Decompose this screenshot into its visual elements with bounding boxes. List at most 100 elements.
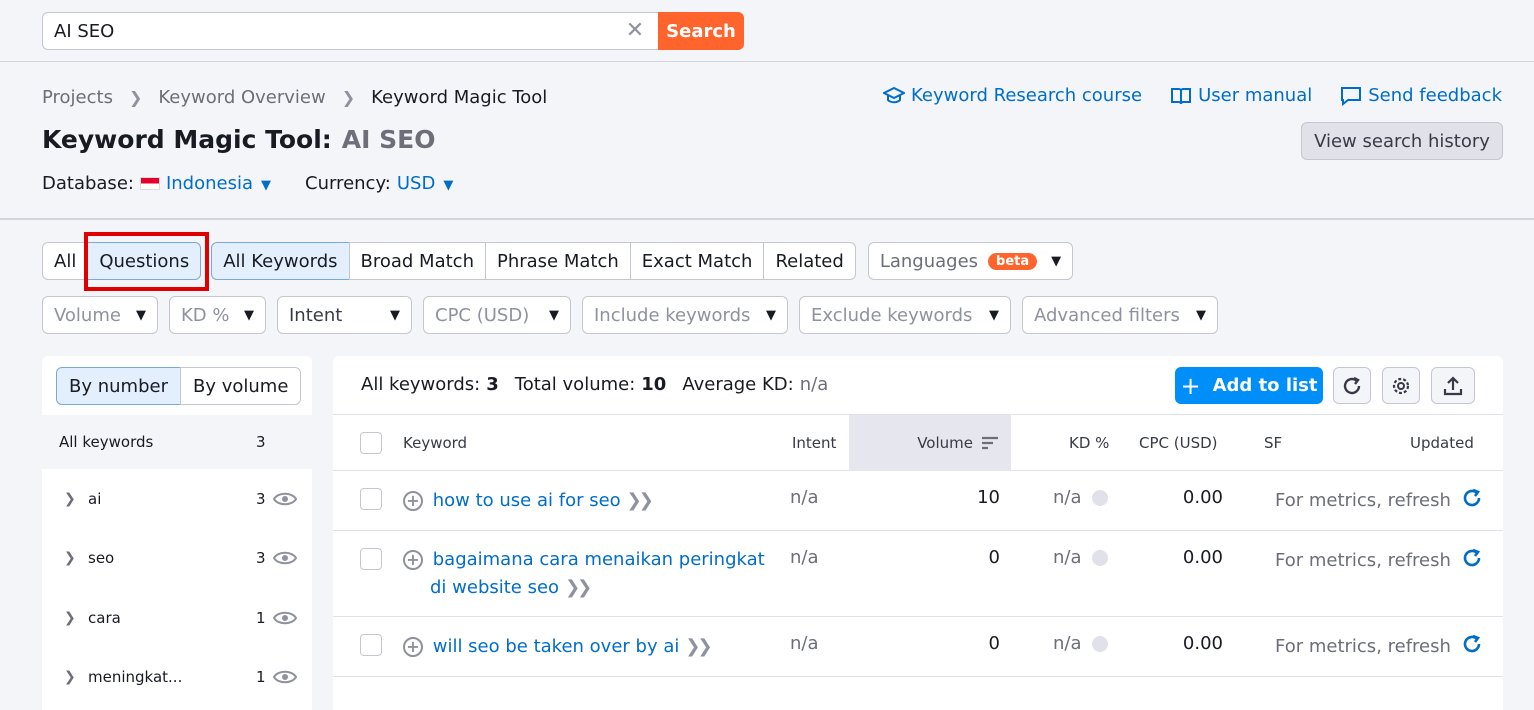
column-keyword[interactable]: Keyword (403, 415, 467, 471)
cpc-filter[interactable]: CPC (USD) ▼ (423, 296, 571, 334)
eye-icon[interactable] (273, 550, 297, 566)
chevron-right-icon[interactable]: ❯ (64, 550, 76, 566)
keywords-table-panel: All keywords: 3 Total volume: 10 Average K… (333, 356, 1503, 710)
tab-broad-match[interactable]: Broad Match (348, 242, 486, 280)
view-search-history-button[interactable]: View search history (1301, 122, 1503, 160)
kd-filter[interactable]: KD % ▼ (169, 296, 266, 334)
row-checkbox[interactable] (360, 548, 382, 570)
eye-icon[interactable] (273, 669, 297, 685)
chevron-down-icon: ▼ (549, 307, 559, 323)
exclude-keywords-filter[interactable]: Exclude keywords ▼ (799, 296, 1011, 334)
refresh-icon[interactable] (1461, 547, 1483, 569)
chevron-down-icon: ▼ (261, 178, 271, 193)
column-sf[interactable]: SF (1264, 415, 1282, 471)
close-icon[interactable]: ✕ (624, 20, 646, 42)
database-select[interactable]: Indonesia ▼ (166, 173, 271, 194)
tab-all-keywords[interactable]: All Keywords (211, 242, 350, 280)
by-volume-button[interactable]: By volume (179, 367, 302, 405)
keyword-link[interactable]: bagaimana cara menaikan peringkat (433, 549, 765, 570)
filters-row: Volume ▼ KD % ▼ Intent ▼ CPC (USD) ▼ Include… (42, 296, 1229, 334)
feedback-icon (1341, 86, 1362, 106)
tab-questions[interactable]: Questions (87, 242, 202, 280)
intent-filter[interactable]: Intent ▼ (277, 296, 412, 334)
chevron-down-icon: ▼ (244, 307, 254, 323)
keyword-link[interactable]: di website seo (430, 577, 559, 598)
keyword-link[interactable]: will seo be taken over by ai (433, 636, 680, 657)
kd-indicator (1091, 550, 1108, 566)
add-to-list-button[interactable]: + Add to list (1175, 367, 1323, 404)
column-updated[interactable]: Updated (1410, 415, 1474, 471)
send-feedback-link[interactable]: Send feedback (1340, 85, 1502, 106)
row-checkbox[interactable] (360, 488, 382, 510)
double-chevron-icon[interactable]: ❯❯ (685, 636, 712, 657)
add-keyword-icon[interactable]: + (403, 550, 423, 570)
advanced-filters[interactable]: Advanced filters ▼ (1022, 296, 1218, 334)
currency-label: Currency: (305, 173, 391, 194)
table-row: + bagaimana cara menaikan peringkat di w… (333, 531, 1503, 617)
gear-icon (1392, 377, 1410, 394)
match-type-tabs: All Questions All Keywords Broad Match P… (42, 242, 1074, 280)
list-item[interactable]: ❯ cara 1 (42, 588, 312, 647)
double-chevron-icon[interactable]: ❯❯ (627, 490, 654, 511)
column-cpc[interactable]: CPC (USD) (1139, 415, 1218, 471)
database-value: Indonesia (165, 173, 253, 194)
add-keyword-icon[interactable]: + (403, 637, 423, 657)
breadcrumb: Projects ❯ Keyword Overview ❯ Keyword Ma… (42, 87, 547, 108)
keyword-groups-panel: By number By volume All keywords 3 ❯ ai … (42, 356, 312, 710)
refresh-icon[interactable] (1461, 487, 1483, 509)
row-checkbox[interactable] (360, 634, 382, 656)
chevron-right-icon: ❯ (341, 88, 356, 107)
upload-icon (1443, 375, 1463, 395)
volume-filter[interactable]: Volume ▼ (42, 296, 158, 334)
refresh-button[interactable] (1333, 367, 1371, 404)
tab-all[interactable]: All (42, 242, 89, 280)
keyword-research-course-link[interactable]: Keyword Research course (883, 85, 1142, 106)
chevron-right-icon: ❯ (128, 88, 143, 107)
chevron-right-icon[interactable]: ❯ (64, 610, 76, 626)
user-manual-link[interactable]: User manual (1170, 85, 1312, 106)
tab-related[interactable]: Related (763, 242, 856, 280)
search-input[interactable] (42, 12, 658, 50)
select-all-checkbox[interactable] (360, 432, 382, 454)
all-keywords-group[interactable]: All keywords 3 (42, 415, 312, 469)
help-links: Keyword Research course User manual Send… (855, 85, 1502, 106)
page-title: Keyword Magic Tool: AI SEO (42, 125, 435, 154)
column-kd[interactable]: KD % (1069, 415, 1109, 471)
chevron-down-icon: ▼ (989, 307, 999, 323)
by-number-button[interactable]: By number (56, 367, 181, 405)
breadcrumb-keyword-overview[interactable]: Keyword Overview (158, 87, 325, 108)
list-item[interactable]: ❯ seo 3 (42, 528, 312, 587)
search-form: ✕ Search (42, 12, 744, 50)
chevron-right-icon[interactable]: ❯ (64, 491, 76, 507)
refresh-icon (1343, 376, 1361, 394)
include-keywords-filter[interactable]: Include keywords ▼ (582, 296, 788, 334)
eye-icon[interactable] (273, 610, 297, 626)
add-keyword-icon[interactable]: + (403, 491, 423, 511)
top-search-bar: ✕ Search (0, 0, 1534, 62)
chevron-right-icon[interactable]: ❯ (64, 669, 76, 685)
breadcrumb-projects[interactable]: Projects (42, 87, 113, 108)
eye-icon[interactable] (273, 491, 297, 507)
plus-icon: + (1180, 371, 1201, 400)
tab-exact-match[interactable]: Exact Match (629, 242, 765, 280)
table-summary: All keywords: 3 Total volume: 10 Average K… (361, 374, 829, 395)
refresh-icon[interactable] (1461, 633, 1483, 655)
list-item[interactable]: ❯ ai 3 (42, 469, 312, 528)
column-intent[interactable]: Intent (792, 415, 836, 471)
double-chevron-icon[interactable]: ❯❯ (565, 577, 592, 598)
table-row: + will seo be taken over by ai ❯❯ n/a 0 n… (333, 617, 1503, 677)
export-button[interactable] (1431, 367, 1475, 404)
chevron-down-icon: ▼ (1051, 253, 1062, 269)
database-label: Database: (42, 173, 134, 194)
search-button[interactable]: Search (658, 12, 744, 50)
column-volume[interactable]: Volume (849, 415, 1011, 471)
settings-button[interactable] (1382, 367, 1420, 404)
table-header: Keyword Intent Volume KD % CPC (USD) SF … (333, 414, 1503, 471)
currency-select[interactable]: USD ▼ (397, 173, 453, 194)
currency-value: USD (396, 173, 436, 194)
list-item[interactable]: ❯ meningkat... 1 (42, 647, 312, 706)
languages-dropdown[interactable]: Languages beta ▼ (867, 242, 1074, 280)
chevron-down-icon: ▼ (1196, 307, 1206, 323)
keyword-link[interactable]: how to use ai for seo (433, 490, 621, 511)
tab-phrase-match[interactable]: Phrase Match (484, 242, 631, 280)
